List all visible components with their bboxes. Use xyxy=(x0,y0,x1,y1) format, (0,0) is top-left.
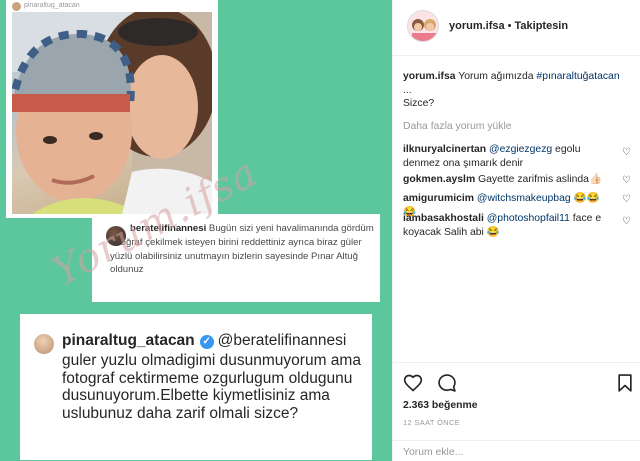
post-header: yorum.ifsa • Takiptesin xyxy=(393,0,640,56)
comment-username[interactable]: amigurumicim xyxy=(403,193,474,204)
caption-username[interactable]: yorum.ifsa xyxy=(403,71,456,82)
comment-username[interactable]: ilknuryalcinertan xyxy=(403,144,486,155)
selfie-illustration xyxy=(12,12,212,214)
profile-avatar[interactable] xyxy=(407,10,439,42)
header-text: yorum.ifsa • Takiptesin xyxy=(449,20,568,32)
verified-badge-icon: ✓ xyxy=(199,335,214,349)
comment-item: ilknuryalcinertan @ezgiezgezg egolu denm… xyxy=(403,143,609,171)
post-sidebar: yorum.ifsa • Takiptesin yorum.ifsa Yorum a… xyxy=(392,0,640,461)
caption-text: Yorum ağımızda xyxy=(455,71,537,82)
comment-mention[interactable]: @witchsmakeupbag xyxy=(477,193,571,204)
load-more-comments-link[interactable]: Daha fazla yorum yükle xyxy=(403,121,512,132)
beratelifinannesi-username: beratelifinannesi xyxy=(130,223,207,234)
caption-hashtag[interactable]: #pınaraltuğatacan xyxy=(536,71,619,82)
selfie-photo xyxy=(12,12,212,214)
beratelifinannesi-comment: beratelifinannesi Bugün sizi yeni havali… xyxy=(110,222,374,277)
like-count[interactable]: 2.363 beğenme xyxy=(403,400,478,411)
photo-avatar xyxy=(12,2,21,11)
post-caption: yorum.ifsa Yorum ağımızda #pınaraltuğata… xyxy=(403,70,631,111)
action-bar xyxy=(393,362,640,398)
follow-status-button[interactable]: Takiptesin xyxy=(515,20,569,32)
comment-username[interactable]: iambasakhostali xyxy=(403,213,484,224)
comment-like-heart-icon[interactable]: ♡ xyxy=(622,175,633,186)
photo-username: pinaraltug_atacan xyxy=(24,2,80,9)
heart-icon[interactable] xyxy=(403,373,423,393)
comment-item: gokmen.ayslm Gayette zarifmis aslinda👍🏻 xyxy=(403,173,609,187)
header-username[interactable]: yorum.ifsa xyxy=(449,20,505,32)
comment-mention[interactable]: @photoshopfail11 xyxy=(487,213,570,224)
pinaraltug-comment-text: guler yuzlu olmadigimi dusunmuyorum ama … xyxy=(62,352,361,422)
caption-ellipsis: ... xyxy=(403,84,412,96)
comment-icon[interactable] xyxy=(437,373,457,393)
add-comment-bar xyxy=(393,440,640,461)
comment-card-pinaraltug: pinaraltug_atacan ✓ @beratelifinannesi gul… xyxy=(20,314,372,460)
comment-like-heart-icon[interactable]: ♡ xyxy=(622,147,633,158)
comment-like-heart-icon[interactable]: ♡ xyxy=(622,194,633,205)
post-timestamp[interactable]: 12 SAAT ÖNCE xyxy=(403,418,460,427)
post-image[interactable]: pinaraltug_atacan beratelifinannesi Bugü… xyxy=(0,0,392,461)
pinaraltug-header: pinaraltug_atacan ✓ @beratelifinannesi xyxy=(62,332,346,350)
add-comment-input[interactable] xyxy=(403,447,623,458)
caption-question: Sizce? xyxy=(403,98,435,110)
comment-text: Gayette zarifmis aslinda👍🏻 xyxy=(475,174,602,185)
photo-screenshot: pinaraltug_atacan xyxy=(6,0,218,218)
comment-card-beratelifinannesi: beratelifinannesi Bugün sizi yeni havali… xyxy=(92,214,380,302)
avatar-illustration xyxy=(408,11,438,41)
bookmark-icon[interactable] xyxy=(615,373,635,393)
comment-mention[interactable]: @ezgiezgezg xyxy=(489,144,552,155)
header-separator: • xyxy=(507,20,512,32)
pinaraltug-mention: @beratelifinannesi xyxy=(217,332,347,349)
pinaraltug-avatar xyxy=(34,334,54,354)
pinaraltug-username: pinaraltug_atacan xyxy=(62,332,195,349)
comment-like-heart-icon[interactable]: ♡ xyxy=(622,216,633,227)
comment-item: iambasakhostali @photoshopfail11 face e … xyxy=(403,212,609,240)
comment-username[interactable]: gokmen.ayslm xyxy=(403,174,475,185)
